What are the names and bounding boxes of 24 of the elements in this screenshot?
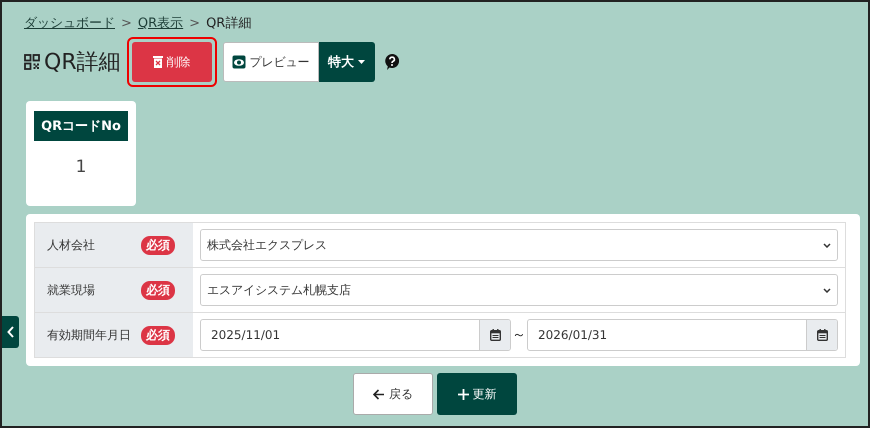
date-field[interactable]: 2026/01/31 xyxy=(527,319,838,351)
required-badge: 必須 xyxy=(141,236,175,254)
select-field[interactable]: 株式会社エクスプレス xyxy=(200,229,838,261)
breadcrumb-separator: > xyxy=(121,16,132,30)
update-button[interactable]: 更新 xyxy=(437,373,517,415)
field-label: 人材会社 xyxy=(47,236,95,254)
field-label: 就業現場 xyxy=(47,282,95,298)
preview-button[interactable]: プレビュー xyxy=(222,42,319,82)
required-badge: 必須 xyxy=(141,280,175,300)
page-title: QR詳細 xyxy=(44,49,121,77)
field-label: 有効期間年月日 xyxy=(47,326,131,344)
date-field[interactable]: 2025/11/01 xyxy=(200,319,511,351)
breadcrumb-separator: > xyxy=(189,16,200,30)
required-badge: 必須 xyxy=(141,326,175,344)
range-separator: ～ xyxy=(512,326,526,344)
back-button[interactable]: 戻る xyxy=(353,373,433,415)
delete-button[interactable]: 削除 xyxy=(132,42,212,82)
select-field[interactable]: エスアイシステム札幌支店 xyxy=(200,274,838,306)
breadcrumb-link[interactable]: ダッシュボード xyxy=(24,14,115,32)
card-header: QRコードNo xyxy=(34,111,128,141)
size-dropdown[interactable]: 特大 xyxy=(318,42,375,82)
breadcrumb-current: QR詳細 xyxy=(206,15,252,32)
breadcrumb-link[interactable]: QR表示 xyxy=(138,14,184,32)
qr-number: 1 xyxy=(76,157,86,177)
